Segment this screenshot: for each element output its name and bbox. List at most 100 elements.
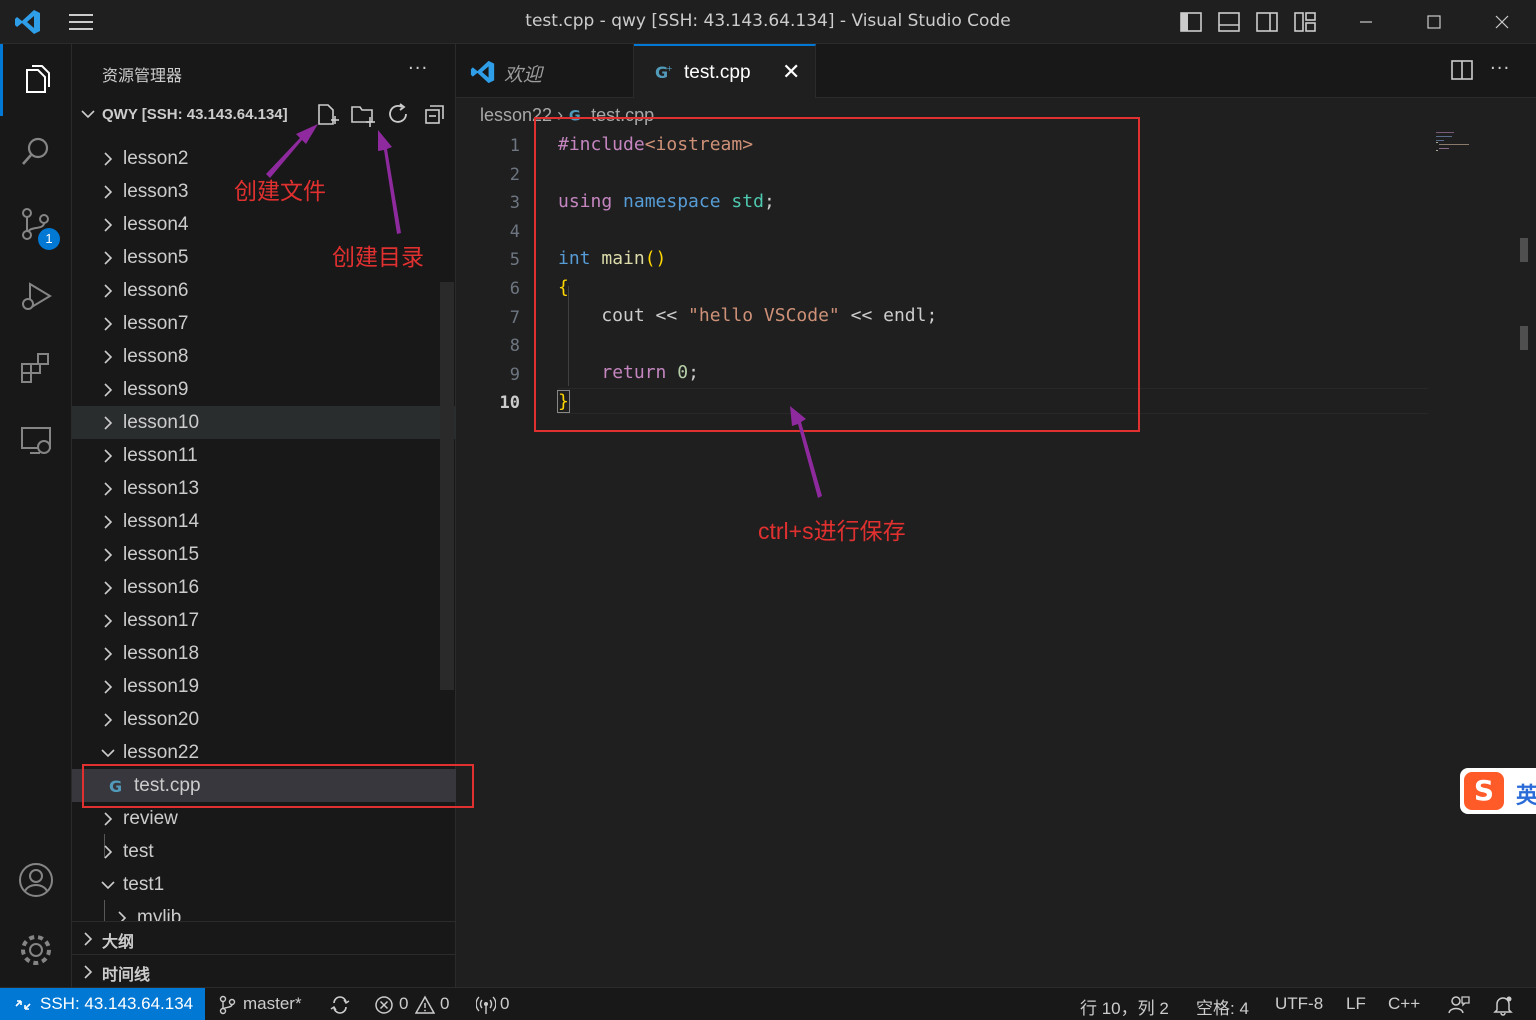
feedback-icon[interactable] [1448, 994, 1470, 1016]
tree-folder-item[interactable]: lesson20 [72, 703, 456, 736]
remote-indicator[interactable]: SSH: 43.143.64.134 [0, 988, 205, 1020]
minimize-button[interactable] [1332, 0, 1400, 44]
chevron-right-icon [104, 251, 113, 265]
editor-more-icon[interactable]: ··· [1490, 58, 1510, 79]
tree-folder-item[interactable]: lesson13 [72, 472, 456, 505]
split-editor-icon[interactable] [1450, 58, 1474, 82]
chevron-right-icon [104, 350, 113, 364]
tree-folder-item[interactable]: lesson8 [72, 340, 456, 373]
explorer-icon[interactable] [0, 44, 72, 116]
tree-folder-item[interactable]: lesson7 [72, 307, 456, 340]
explorer-more-icon[interactable]: ··· [408, 58, 428, 79]
encoding[interactable]: UTF-8 [1275, 994, 1323, 1014]
tree-folder-item[interactable]: lesson16 [72, 571, 456, 604]
ime-indicator[interactable]: S 英 [1460, 768, 1536, 814]
tree-folder-item[interactable]: lesson6 [72, 274, 456, 307]
maximize-button[interactable] [1400, 0, 1468, 44]
tree-item-label: lesson22 [123, 742, 200, 763]
tree-folder-item[interactable]: lesson15 [72, 538, 456, 571]
timeline-section[interactable]: 时间线 [72, 954, 456, 987]
line-number: 1 [509, 136, 520, 156]
tab-test-cpp[interactable]: G + test.cpp ✕ [634, 44, 816, 98]
editor-scrollbar[interactable] [1520, 238, 1528, 262]
chevron-right-icon [104, 383, 113, 397]
editor-scrollbar-marker [1520, 326, 1528, 350]
line-number: 9 [509, 364, 520, 385]
minimap[interactable] [1434, 130, 1494, 170]
cursor-position[interactable]: 行 10，列 2 [1080, 994, 1169, 1019]
new-folder-icon[interactable] [350, 102, 376, 128]
indentation[interactable]: 空格: 4 [1196, 994, 1249, 1019]
error-icon [375, 996, 393, 1014]
sidebar-scrollbar[interactable] [440, 282, 454, 690]
tree-folder-item[interactable]: lesson11 [72, 439, 456, 472]
file-highlight-box [82, 764, 474, 808]
tree-item-label: lesson9 [123, 379, 189, 400]
tab-label: 欢迎 [504, 65, 543, 86]
chevron-right-icon [104, 614, 113, 628]
chevron-right-icon [104, 680, 113, 694]
chevron-right-icon [104, 713, 113, 727]
tree-item-label: lesson19 [123, 676, 200, 697]
tree-item-label: lesson13 [123, 478, 200, 499]
search-icon[interactable] [0, 116, 72, 188]
toggle-primary-sidebar-icon[interactable] [1178, 10, 1204, 34]
tree-folder-item[interactable]: lesson10 [72, 406, 456, 439]
tree-folder-item[interactable]: lesson19 [72, 670, 456, 703]
tree-folder-item[interactable]: test1 [72, 868, 456, 901]
tree-item-label: lesson5 [123, 247, 189, 268]
tree-item-label: lesson8 [123, 346, 189, 367]
ports-count[interactable]: 0 [500, 994, 509, 1014]
close-window-button[interactable] [1468, 0, 1536, 44]
line-number: 2 [509, 164, 520, 185]
tab-welcome[interactable]: 欢迎 [456, 44, 634, 98]
tree-item-label: lesson20 [123, 709, 200, 730]
tree-folder-item[interactable]: test [72, 835, 456, 868]
refresh-icon[interactable] [386, 102, 412, 128]
language-mode[interactable]: C++ [1388, 994, 1420, 1014]
tree-folder-item[interactable]: mylib [72, 901, 456, 921]
extensions-icon[interactable] [0, 332, 72, 404]
tree-folder-item[interactable]: lesson2 [72, 142, 456, 175]
tree-item-label: mylib [137, 907, 182, 921]
tree-folder-item[interactable]: lesson18 [72, 637, 456, 670]
outline-section[interactable]: 大纲 [72, 921, 456, 954]
run-debug-icon[interactable] [0, 260, 72, 332]
account-icon[interactable] [0, 844, 72, 916]
chevron-right-icon [84, 965, 93, 979]
chevron-down-icon [101, 749, 115, 758]
chevron-right-icon [104, 449, 113, 463]
tree-item-label: lesson15 [123, 544, 200, 565]
line-ending[interactable]: LF [1346, 994, 1366, 1014]
error-count[interactable]: 0 [399, 994, 408, 1014]
chevron-right-icon [104, 515, 113, 529]
line-number: 3 [509, 193, 520, 214]
tab-label: test.cpp [684, 62, 751, 83]
tree-folder-item[interactable]: lesson17 [72, 604, 456, 637]
warning-count[interactable]: 0 [440, 994, 449, 1014]
tree-folder-item[interactable]: lesson4 [72, 208, 456, 241]
chevron-right-icon [104, 218, 113, 232]
chevron-right-icon [104, 647, 113, 661]
settings-gear-icon[interactable] [0, 914, 72, 986]
toggle-secondary-sidebar-icon[interactable] [1254, 10, 1280, 34]
activity-bar: 1 [0, 44, 72, 987]
collapse-all-icon[interactable] [422, 102, 448, 128]
timeline-label: 时间线 [102, 965, 151, 984]
remote-explorer-icon[interactable] [0, 404, 72, 476]
tree-folder-item[interactable]: lesson14 [72, 505, 456, 538]
close-icon[interactable]: ✕ [782, 60, 800, 85]
sync-icon[interactable] [330, 995, 350, 1015]
new-file-icon[interactable] [314, 102, 340, 128]
toggle-panel-icon[interactable] [1216, 10, 1242, 34]
tree-folder-item[interactable]: lesson9 [72, 373, 456, 406]
tree-item-label: lesson11 [123, 445, 198, 466]
customize-layout-icon[interactable] [1292, 10, 1318, 34]
source-control-icon[interactable]: 1 [0, 188, 72, 260]
sogou-logo-icon: S [1464, 772, 1504, 810]
branch-label[interactable]: master* [243, 994, 302, 1014]
notifications-bell-icon[interactable] [1492, 994, 1514, 1016]
line-number: 5 [509, 250, 520, 271]
outline-label: 大纲 [102, 932, 135, 951]
remote-icon [15, 1000, 31, 1010]
